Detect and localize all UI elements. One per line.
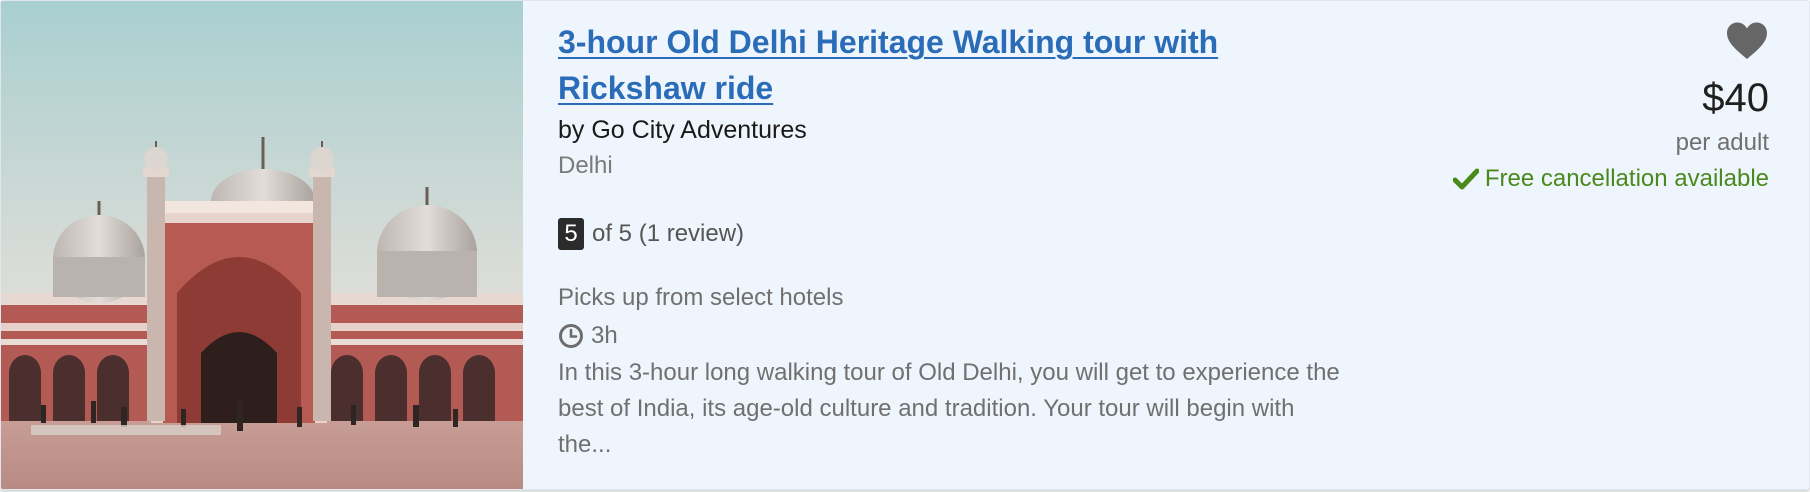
checkmark-icon xyxy=(1452,168,1479,190)
duration-row: 3h xyxy=(558,319,1358,353)
pickup-info: Picks up from select hotels xyxy=(558,284,844,311)
price-panel: $40 per adult Free cancellation availabl… xyxy=(1452,21,1769,196)
duration-text: 3h xyxy=(591,322,618,349)
mosque-photo xyxy=(1,1,523,489)
clock-icon xyxy=(558,323,584,349)
free-cancellation-text: Free cancellation available xyxy=(1484,165,1769,192)
rating-score-badge: 5 xyxy=(558,218,584,250)
tour-details: 3-hour Old Delhi Heritage Walking tour w… xyxy=(558,19,1358,463)
heart-icon[interactable] xyxy=(1725,21,1769,66)
tour-operator: by Go City Adventures xyxy=(558,116,807,144)
free-cancellation: Free cancellation available xyxy=(1452,162,1769,196)
rating-text: of 5 (1 review) xyxy=(592,220,745,247)
price: $40 xyxy=(1702,76,1769,120)
tour-description: In this 3-hour long walking tour of Old … xyxy=(558,359,1340,458)
tour-listing-card[interactable]: 3-hour Old Delhi Heritage Walking tour w… xyxy=(0,0,1810,490)
tour-location: Delhi xyxy=(558,152,613,179)
price-unit: per adult xyxy=(1675,129,1769,156)
tour-title-link[interactable]: 3-hour Old Delhi Heritage Walking tour w… xyxy=(558,19,1318,111)
tour-photo[interactable] xyxy=(1,1,523,489)
rating-row: 5 of 5 (1 review) xyxy=(558,217,1358,251)
